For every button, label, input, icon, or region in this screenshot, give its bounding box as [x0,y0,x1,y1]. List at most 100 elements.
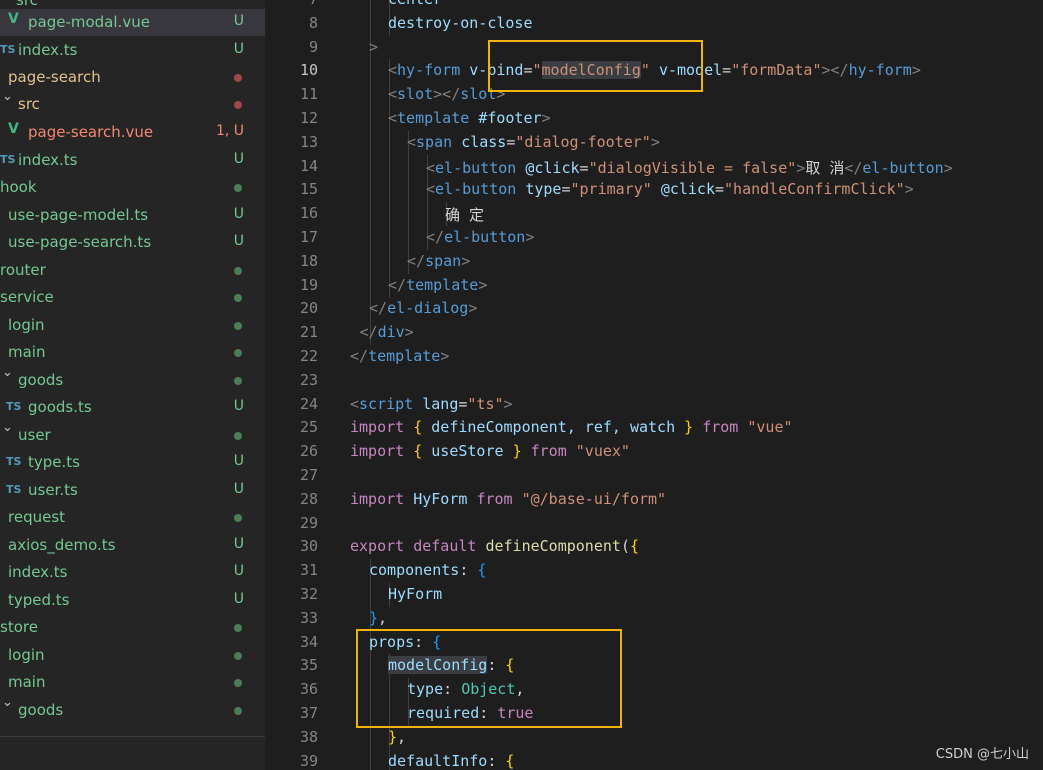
chevron-down-icon[interactable]: ⌄ [2,695,13,710]
code-text: </span> [407,252,470,270]
code-token: defineComponent, ref, watch [422,418,685,437]
explorer-item[interactable]: Vpage-modal.vue U [0,9,265,36]
code-token: el-button [444,228,526,246]
code-token: { [505,751,515,770]
explorer-item[interactable]: index.ts U [0,559,265,586]
explorer-item[interactable]: main [0,339,265,366]
line-number: 8 [308,13,318,32]
git-status-dot [234,624,242,632]
code-line[interactable]: 7 center [265,0,1043,12]
explorer-item[interactable]: service [0,284,265,311]
explorer-item-label: main [8,343,46,361]
code-text: </el-dialog> [369,299,477,317]
code-text: <template #footer> [388,109,551,127]
explorer-item-label: main [8,673,46,691]
code-text: import { useStore } from "vuex" [350,442,630,460]
code-token: < [388,61,398,80]
code-line[interactable]: 29 [265,512,1043,536]
explorer-item[interactable]: store [0,614,265,641]
code-line[interactable]: 33}, [265,606,1043,631]
explorer-item[interactable]: ⌄ user [0,420,265,449]
explorer-item[interactable]: use-page-search.ts U [0,229,265,256]
code-token: useStore [422,442,513,461]
code-token: defineComponent [485,537,621,556]
indent-guide [408,154,409,179]
line-number: 31 [299,561,318,580]
code-line[interactable]: 13 <span class="dialog-footer"> [265,130,1043,155]
chevron-down-icon[interactable]: ⌄ [2,420,13,435]
chevron-down-icon[interactable]: ⌄ [2,365,13,380]
explorer-item[interactable]: typed.ts U [0,587,265,614]
code-token: { [629,537,639,556]
line-number: 24 [299,394,318,413]
indent-guide [370,202,371,227]
code-line[interactable]: 27 [265,464,1043,488]
code-line[interactable]: 17 </el-button> [265,226,1043,250]
code-line[interactable]: 31 components: { [265,559,1043,584]
code-line[interactable]: 28 import HyForm from "@/base-ui/form" [265,488,1043,512]
code-token: </ [350,347,369,365]
explorer-item[interactable]: hook [0,174,265,201]
explorer-item[interactable]: use-page-model.ts U [0,202,265,229]
code-token: components [369,561,460,580]
explorer-item[interactable]: TS user.ts U [0,477,265,504]
code-token: : [459,561,478,580]
code-token: > [796,158,806,177]
explorer-item[interactable]: Vpage-search.vue 1, U [0,119,265,146]
explorer-item[interactable]: page-search [0,64,265,91]
explorer-item[interactable]: TS goods.ts U [0,394,265,421]
explorer-item-label: user [18,426,51,444]
explorer-item[interactable]: TS index.ts U [0,147,265,174]
git-status-badge: U [233,151,244,167]
explorer-item[interactable]: login [0,312,265,339]
code-line[interactable]: 32 HyForm [265,583,1043,607]
code-text: </template> [350,347,449,365]
code-line[interactable]: 25 import { defineComponent, ref, watch }… [265,416,1043,440]
indent-guide [389,202,390,227]
code-line[interactable]: 12 <template #footer> [265,107,1043,131]
code-line[interactable]: 16 确 定 [265,202,1043,227]
explorer-item[interactable]: ⌄ src [0,89,265,118]
code-line[interactable]: 26 import { useStore } from "vuex" [265,440,1043,464]
explorer-divider [0,736,265,737]
code-line[interactable]: 24 <script lang="ts"> [265,393,1043,417]
indent-guide [408,226,409,250]
code-line[interactable]: 38}, [265,725,1043,750]
line-number: 37 [299,704,318,722]
code-line[interactable]: 8 destroy-on-close [265,11,1043,36]
explorer-item[interactable]: login [0,642,265,669]
chevron-down-icon[interactable]: ⌄ [2,89,13,104]
indent-guide [370,178,371,203]
code-text: 确 定 [445,204,484,225]
explorer-item[interactable]: axios_demo.ts U [0,532,265,559]
code-text: destroy-on-close [388,14,533,32]
git-status-badge: U [233,591,244,607]
code-token: < [426,158,436,177]
code-line[interactable]: 23 [265,369,1043,393]
code-token: > [911,61,921,80]
explorer-item[interactable]: TS index.ts U [0,37,265,64]
code-line[interactable]: 19 </template> [265,273,1043,298]
explorer-item[interactable]: ⌄ goods [0,365,265,394]
code-line[interactable]: 15 <el-button type="primary" @click="hand… [265,178,1043,203]
code-token: HyForm [413,489,468,508]
indent-guide [370,11,371,36]
explorer-item[interactable]: router [0,257,265,284]
code-line[interactable]: 39 defaultInfo: { [265,749,1043,770]
git-status-badge: U [233,41,244,57]
code-token: < [388,109,398,127]
explorer-item[interactable]: main [0,669,265,696]
code-line[interactable]: 14 <el-button @click="dialogVisible = fal… [265,154,1043,179]
code-line[interactable]: 21 </div> [265,321,1043,346]
code-line[interactable]: 30 export default defineComponent({ [265,535,1043,559]
code-token: "@/base-ui/form" [521,489,667,508]
explorer-item[interactable]: TS type.ts U [0,449,265,476]
code-line[interactable]: 18 </span> [265,249,1043,274]
code-token: > [943,158,953,177]
line-number: 28 [299,489,318,508]
explorer-item[interactable]: request [0,504,265,531]
explorer-item[interactable]: ⌄ goods [0,695,265,724]
code-line[interactable]: 22 </template> [265,345,1043,369]
code-line[interactable]: 20 </el-dialog> [265,297,1043,322]
code-token: </ [388,275,407,294]
